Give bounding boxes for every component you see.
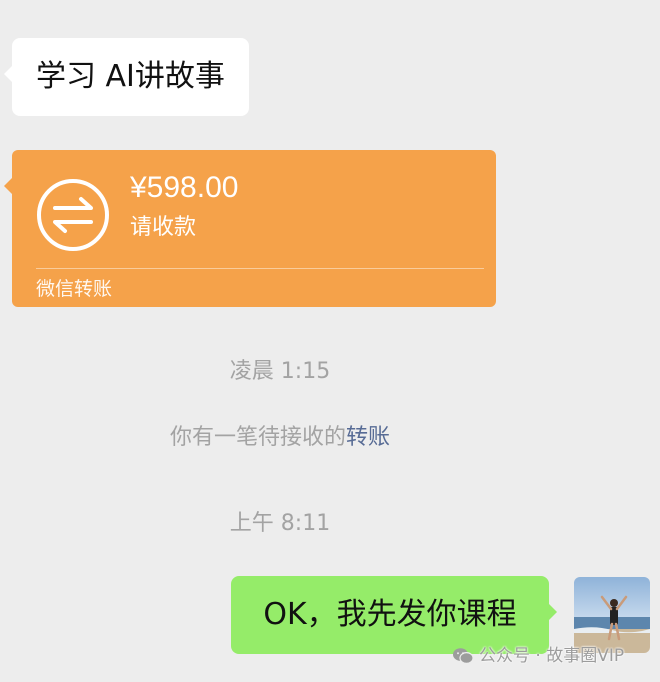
incoming-message-text: 学习 AI讲故事 <box>36 59 225 94</box>
incoming-message-bubble[interactable]: 学习 AI讲故事 <box>4 38 249 116</box>
transfer-divider <box>36 268 484 269</box>
transfer-link[interactable]: 转账 <box>346 425 390 450</box>
transfer-amount: ¥598.00 <box>130 171 239 204</box>
transfer-card[interactable]: ¥598.00 请收款 微信转账 <box>4 150 496 307</box>
timestamp: 凌晨 1:15 <box>229 359 331 384</box>
transfer-status: 请收款 <box>130 215 197 240</box>
outgoing-message-text: OK，我先发你课程 <box>263 597 517 632</box>
timestamp: 上午 8:11 <box>229 511 331 536</box>
transfer-footer: 微信转账 <box>36 278 113 300</box>
system-message: 你有一笔待接收的转账 <box>0 423 560 453</box>
avatar[interactable] <box>574 577 650 653</box>
watermark-text: 公众号 · 故事圈VIP <box>479 646 625 666</box>
system-message-text: 你有一笔待接收的 <box>169 425 346 450</box>
avatar-image <box>574 577 650 653</box>
wechat-icon <box>453 648 474 665</box>
outgoing-message-bubble[interactable]: OK，我先发你课程 <box>231 576 557 654</box>
transfer-arrows-icon <box>37 179 109 251</box>
watermark: 公众号 · 故事圈VIP <box>452 644 624 668</box>
